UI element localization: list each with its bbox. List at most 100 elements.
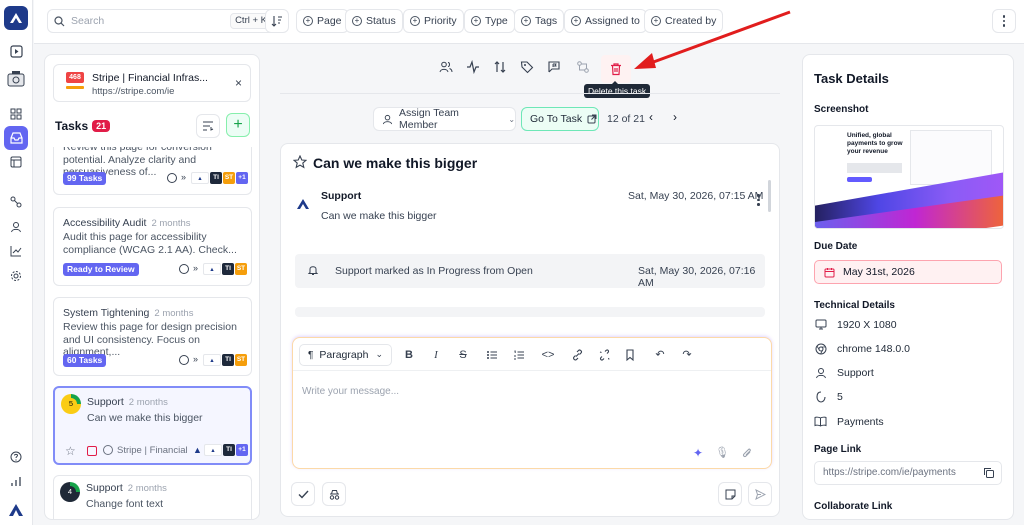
board-icon[interactable] xyxy=(8,154,24,170)
chevron-right-icon[interactable]: › xyxy=(673,110,677,124)
shield-icon xyxy=(814,390,827,403)
search-input[interactable]: Search Ctrl + K xyxy=(47,9,277,33)
filter-priority-button[interactable]: + Priority xyxy=(403,9,464,33)
avatar: TI xyxy=(222,263,234,275)
due-date-field[interactable]: May 31st, 2026 xyxy=(814,260,1002,284)
users-icon[interactable] xyxy=(439,60,455,76)
calendar-icon[interactable] xyxy=(87,446,97,456)
link-icon[interactable] xyxy=(571,347,587,363)
redo-icon[interactable]: ↷ xyxy=(679,347,695,363)
inbox-icon[interactable] xyxy=(4,126,28,150)
activity-icon[interactable] xyxy=(466,60,482,76)
app-logo[interactable] xyxy=(4,6,28,30)
plus-circle-icon: + xyxy=(571,16,581,26)
assign-team-member-dropdown[interactable]: Assign Team Member ⌄ xyxy=(373,107,516,131)
swap-vertical-icon[interactable] xyxy=(493,60,509,76)
screenshot-thumbnail[interactable]: Unified, global payments to grow your re… xyxy=(814,125,1004,229)
user-icon[interactable] xyxy=(8,219,24,235)
bookmark-icon[interactable] xyxy=(625,347,641,363)
comment-date: Sat, May 30, 2026, 07:15 AM xyxy=(628,190,764,202)
integrations-icon[interactable] xyxy=(8,194,24,210)
play-panel-icon[interactable] xyxy=(8,43,24,59)
tag-icon[interactable] xyxy=(520,60,536,76)
italic-icon[interactable]: I xyxy=(428,347,444,363)
flag-message-icon[interactable] xyxy=(547,60,563,76)
filter-status-button[interactable]: + Status xyxy=(345,9,403,33)
attachment-icon[interactable] xyxy=(741,446,753,460)
mark-complete-button[interactable] xyxy=(291,482,315,506)
activity-date: Sat, May 30, 2026, 07:16 AM xyxy=(638,265,756,289)
send-button[interactable] xyxy=(748,482,772,506)
message-editor[interactable]: ¶ Paragraph ⌄ B I S <> ↶ ↷ Write your me… xyxy=(292,337,772,469)
task-details-panel: Task Details Screenshot Unified, global … xyxy=(802,54,1014,520)
chevron-down-icon: ⌄ xyxy=(375,349,383,359)
sticky-note-button[interactable] xyxy=(718,482,742,506)
send-icon xyxy=(754,488,766,500)
editor-actions: ✦ 🎙︎ xyxy=(693,446,753,460)
unlink-icon[interactable] xyxy=(598,347,614,363)
block-type-dropdown[interactable]: ¶ Paragraph ⌄ xyxy=(299,344,392,366)
code-icon[interactable]: <> xyxy=(540,347,556,363)
task-card[interactable]: System Tightening 2 months Review this pa… xyxy=(53,297,252,376)
sort-button[interactable] xyxy=(265,9,289,33)
incognito-icon xyxy=(329,489,339,500)
go-to-task-button[interactable]: Go To Task xyxy=(521,107,599,131)
usage-bars-icon[interactable] xyxy=(8,473,24,489)
task-card-desc: Can we make this bigger xyxy=(87,412,203,424)
filter-page-button[interactable]: + Page xyxy=(296,9,349,33)
status-pill: Ready to Review xyxy=(63,263,139,276)
annotation-arrow xyxy=(634,10,791,69)
company-logo-avatar: ▲ xyxy=(203,354,221,366)
close-icon[interactable]: × xyxy=(235,76,242,90)
bold-icon[interactable]: B xyxy=(401,347,417,363)
more-menu-icon[interactable] xyxy=(992,9,1016,33)
git-pull-icon[interactable] xyxy=(576,60,592,76)
list-sort-button[interactable] xyxy=(196,114,220,138)
ai-sparkle-icon[interactable]: ✦ xyxy=(693,446,703,460)
numbered-list-icon[interactable] xyxy=(513,347,529,363)
toolbar-divider xyxy=(280,93,780,94)
grid-icon[interactable] xyxy=(8,106,24,122)
chevron-left-icon[interactable]: ‹ xyxy=(649,110,653,124)
task-card[interactable]: Review this page for conversion potentia… xyxy=(53,147,252,195)
scrollbar[interactable] xyxy=(768,180,771,212)
user-icon xyxy=(382,114,393,124)
calendar-icon xyxy=(824,267,835,277)
copy-icon[interactable] xyxy=(983,467,995,479)
pager-label: 12 of 21 xyxy=(607,113,645,125)
assignee-avatars: ▲ ▲ TI +1 xyxy=(193,444,248,456)
help-icon[interactable] xyxy=(8,449,24,465)
add-task-button[interactable]: + xyxy=(226,113,250,137)
screenshot-tool-icon[interactable] xyxy=(5,68,27,90)
star-icon[interactable]: ☆ xyxy=(65,444,76,458)
task-card-selected[interactable]: 5 Support 2 months Can we make this bigge… xyxy=(53,386,252,465)
undo-icon[interactable]: ↶ xyxy=(652,347,668,363)
task-card-desc: Review this page for design precision an… xyxy=(63,321,237,358)
author-logo xyxy=(296,198,310,210)
site-title: Stripe | Financial Infras... xyxy=(92,72,208,84)
microphone-icon[interactable]: 🎙︎ xyxy=(715,446,729,460)
bullet-list-icon[interactable] xyxy=(486,347,502,363)
brand-icon[interactable] xyxy=(6,500,26,520)
page-link-field[interactable]: https://stripe.com/ie/payments xyxy=(814,461,1002,485)
assignee-avatars: ▲ TI ST +1 xyxy=(191,172,248,184)
task-card-site: Stripe | Financial Infi xyxy=(117,445,189,456)
strikethrough-icon[interactable]: S xyxy=(455,347,471,363)
incognito-button[interactable] xyxy=(322,482,346,506)
site-badge: 468 xyxy=(66,72,84,83)
book-icon xyxy=(814,415,827,428)
left-rail xyxy=(0,0,33,525)
filter-tags-button[interactable]: + Tags xyxy=(514,9,565,33)
task-card[interactable]: Accessibility Audit 2 months Audit this p… xyxy=(53,207,252,286)
filter-type-button[interactable]: + Type xyxy=(464,9,515,33)
site-card[interactable]: 468 Stripe | Financial Infras... https:/… xyxy=(53,64,251,102)
task-card-desc: Audit this page for accessibility compli… xyxy=(63,231,237,256)
task-card[interactable]: 4 Support 2 months Change font text xyxy=(53,475,252,519)
priority-chevrons-icon: » xyxy=(193,263,199,273)
star-icon[interactable] xyxy=(293,155,307,169)
comment-menu-icon[interactable] xyxy=(757,194,760,206)
settings-icon[interactable] xyxy=(8,268,24,284)
task-number-badge: 4 xyxy=(60,482,80,502)
analytics-icon[interactable] xyxy=(8,243,24,259)
activity-entry-partial xyxy=(295,307,765,317)
